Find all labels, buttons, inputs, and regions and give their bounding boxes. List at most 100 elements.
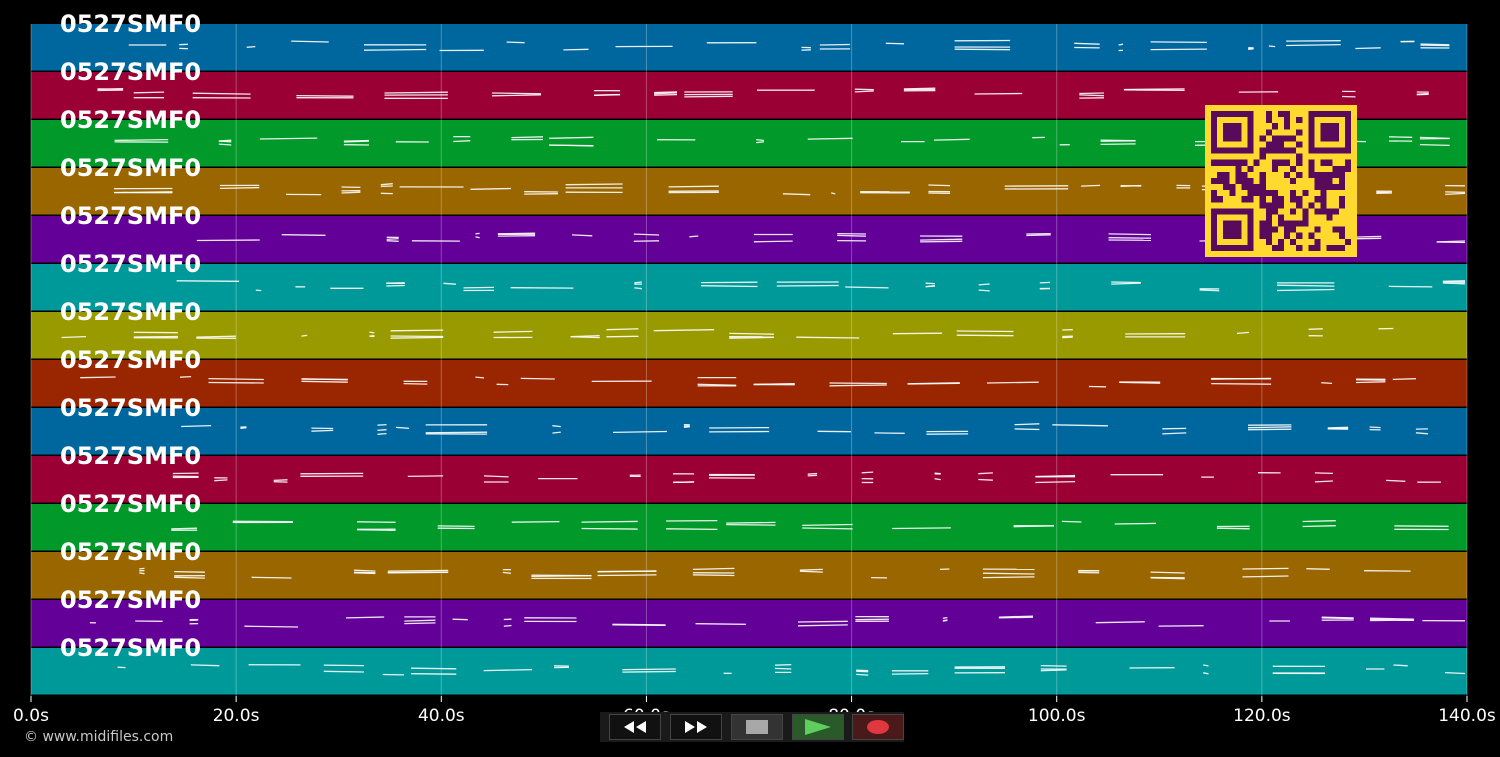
qr-module	[1277, 147, 1285, 154]
qr-module	[1247, 177, 1254, 185]
note-mark	[353, 569, 376, 572]
qr-module	[1235, 165, 1242, 172]
note-mark	[404, 619, 436, 622]
qr-module	[1284, 147, 1291, 154]
note-mark	[1040, 669, 1067, 672]
note-mark	[891, 672, 929, 675]
qr-module	[1326, 171, 1333, 178]
qr-module	[1217, 171, 1224, 178]
note-mark	[934, 478, 941, 481]
note-mark	[377, 429, 387, 431]
note-mark	[774, 667, 792, 670]
note-mark	[1355, 381, 1386, 384]
qr-module	[1271, 141, 1278, 148]
note-mark	[797, 620, 848, 623]
note-mark	[1211, 377, 1272, 380]
note-mark	[181, 424, 212, 428]
note-mark	[520, 377, 555, 380]
qr-module	[1277, 244, 1285, 251]
note-mark	[1123, 89, 1185, 92]
note-mark	[845, 286, 889, 289]
note-mark	[1268, 45, 1276, 48]
note-mark	[386, 284, 405, 287]
note-mark	[1420, 43, 1450, 46]
qr-module	[1290, 208, 1297, 215]
note-mark	[491, 92, 542, 95]
rewind-button[interactable]	[609, 714, 661, 740]
note-mark	[799, 568, 823, 571]
note-mark	[597, 574, 657, 577]
qr-module	[1284, 135, 1291, 142]
note-mark	[1444, 671, 1466, 675]
note-mark	[622, 668, 676, 671]
qr-module	[1296, 153, 1303, 160]
qr-module	[1308, 171, 1315, 178]
note-mark	[920, 240, 963, 243]
play-button[interactable]	[792, 714, 844, 740]
qr-code-icon	[1205, 105, 1357, 257]
note-mark	[1035, 480, 1076, 484]
qr-module	[1320, 196, 1327, 203]
track-band	[31, 312, 1467, 359]
note-mark	[291, 40, 329, 43]
qr-module	[1314, 196, 1321, 203]
note-mark	[390, 335, 444, 338]
note-mark	[190, 664, 220, 667]
qr-module	[1302, 190, 1309, 197]
note-mark	[666, 528, 718, 531]
note-mark	[463, 286, 495, 289]
note-mark	[301, 334, 308, 337]
qr-module	[1259, 226, 1266, 233]
note-mark	[1108, 233, 1152, 236]
note-mark	[802, 523, 853, 527]
note-mark	[1393, 664, 1408, 667]
qr-module	[1290, 190, 1297, 197]
note-mark	[407, 475, 444, 478]
note-mark	[1416, 92, 1429, 95]
note-mark	[1100, 143, 1136, 146]
note-mark	[511, 520, 560, 523]
note-mark	[192, 92, 251, 95]
qr-module	[1253, 190, 1260, 197]
note-mark	[673, 481, 695, 484]
qr-module	[1338, 177, 1345, 185]
qr-module	[1314, 177, 1321, 185]
note-mark	[633, 240, 660, 242]
qr-module	[1338, 184, 1345, 191]
note-mark	[345, 616, 385, 619]
note-mark	[493, 330, 533, 333]
fast-forward-button[interactable]	[670, 714, 722, 740]
qr-module	[1344, 238, 1351, 245]
qr-module	[1277, 214, 1285, 221]
note-mark	[133, 335, 178, 338]
note-mark	[411, 673, 457, 675]
playback-controls	[600, 712, 904, 742]
qr-module	[1223, 220, 1242, 239]
note-mark	[689, 235, 699, 238]
note-mark	[343, 139, 370, 142]
qr-module	[1265, 226, 1272, 233]
note-mark	[404, 622, 436, 625]
qr-module	[1265, 190, 1272, 197]
note-mark	[982, 576, 1035, 579]
note-mark	[80, 376, 116, 379]
note-mark	[1321, 616, 1354, 619]
qr-module	[1284, 232, 1291, 239]
note-mark	[756, 138, 764, 142]
qr-module	[1259, 153, 1266, 160]
note-mark	[928, 184, 951, 187]
qr-module	[1308, 232, 1315, 239]
note-mark	[506, 41, 525, 44]
note-mark	[903, 87, 936, 90]
tick-label: 40.0s	[417, 706, 465, 726]
note-mark	[377, 432, 387, 435]
note-mark	[240, 427, 247, 429]
stop-button[interactable]	[731, 714, 783, 740]
note-mark	[654, 93, 678, 96]
track-band	[31, 552, 1467, 599]
record-button[interactable]	[852, 714, 904, 740]
note-mark	[174, 570, 205, 573]
play-icon	[805, 719, 831, 735]
note-mark	[1388, 285, 1433, 288]
note-mark	[597, 570, 657, 573]
